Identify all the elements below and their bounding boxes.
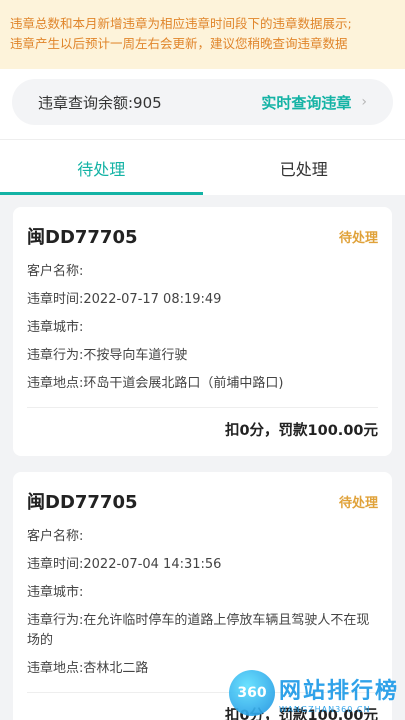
customer-name: 客户名称: bbox=[27, 264, 84, 279]
notice-banner: 违章总数和本月新增违章为相应违章时间段下的违章数据展示; 违章产生以后预计一周左… bbox=[0, 0, 405, 69]
plate-number: 闽DD77705 bbox=[27, 227, 138, 248]
card-header: 闽DD77705 待处理 bbox=[27, 472, 378, 524]
watermark-title: 网站排行榜 bbox=[278, 678, 399, 704]
violation-behavior: 违章行为:不按导向车道行驶 bbox=[27, 348, 188, 363]
status-badge: 待处理 bbox=[338, 230, 378, 246]
violation-list: 闽DD77705 待处理 客户名称: 违章时间:2022-07-17 08:19… bbox=[0, 195, 405, 720]
violation-location: 违章地点:环岛干道会展北路口（前埔中路口) bbox=[27, 376, 284, 391]
penalty-summary: 扣0分，罚款100.00元 bbox=[224, 423, 378, 439]
violation-city: 违章城市: bbox=[27, 585, 84, 600]
violation-card[interactable]: 闽DD77705 待处理 客户名称: 违章时间:2022-07-17 08:19… bbox=[13, 207, 392, 456]
plate-number: 闽DD77705 bbox=[27, 492, 138, 513]
tab-processed[interactable]: 已处理 bbox=[203, 140, 405, 195]
quota-section: 违章查询余额:905 实时查询违章 › bbox=[0, 69, 405, 139]
violation-behavior: 违章行为:在允许临时停车的道路上停放车辆且驾驶人不在现场的 bbox=[27, 613, 370, 648]
quota-balance: 违章查询余额:905 bbox=[38, 93, 162, 112]
violation-time: 违章时间:2022-07-17 08:19:49 bbox=[27, 292, 222, 307]
violation-city: 违章城市: bbox=[27, 320, 84, 335]
quota-bar: 违章查询余额:905 实时查询违章 › bbox=[12, 79, 393, 125]
notice-line-1: 违章总数和本月新增违章为相应违章时间段下的违章数据展示; bbox=[10, 16, 352, 31]
realtime-query-button[interactable]: 实时查询违章 › bbox=[261, 92, 367, 113]
card-header: 闽DD77705 待处理 bbox=[27, 207, 378, 259]
watermark: 360 网站排行榜 WANGZHAN360.CN bbox=[228, 670, 399, 716]
tab-pending[interactable]: 待处理 bbox=[0, 140, 203, 195]
watermark-text: 网站排行榜 WANGZHAN360.CN bbox=[279, 673, 399, 714]
customer-name: 客户名称: bbox=[27, 529, 84, 544]
status-badge: 待处理 bbox=[338, 495, 378, 511]
status-tabs: 待处理 已处理 bbox=[0, 139, 405, 195]
watermark-logo-icon: 360 bbox=[228, 670, 275, 716]
violation-time: 违章时间:2022-07-04 14:31:56 bbox=[27, 557, 222, 572]
realtime-query-label: 实时查询违章 bbox=[261, 93, 352, 112]
notice-line-2: 违章产生以后预计一周左右会更新，建议您稍晚查询违章数据 bbox=[10, 36, 348, 51]
watermark-url: WANGZHAN360.CN bbox=[278, 704, 371, 714]
chevron-right-icon: › bbox=[361, 94, 367, 110]
